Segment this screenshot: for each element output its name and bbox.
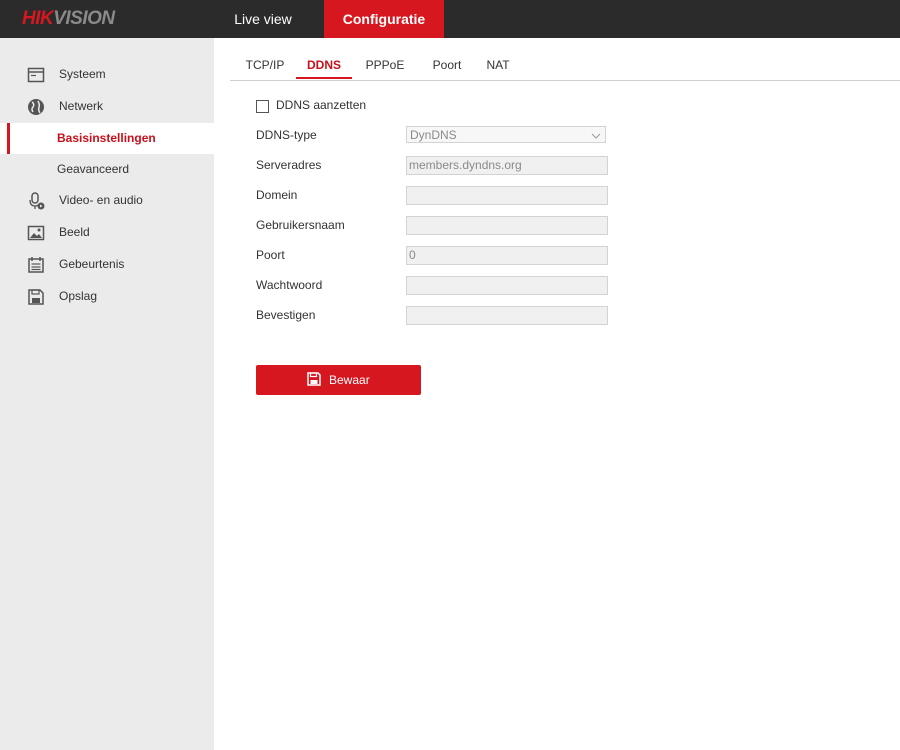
confirm-password-input[interactable] [406, 306, 608, 325]
sidebar-item-label: Basisinstellingen [57, 131, 156, 145]
password-row: Wachtwoord [256, 276, 616, 296]
server-input[interactable] [406, 156, 608, 175]
nav-live-view[interactable]: Live view [216, 0, 310, 38]
ddns-type-select[interactable]: DynDNS [406, 126, 606, 143]
ddns-type-value: DynDNS [410, 128, 457, 142]
password-label: Wachtwoord [256, 278, 323, 292]
sidebar-item-geavanceerd[interactable]: Geavanceerd [0, 154, 214, 185]
sidebar-item-label: Geavanceerd [57, 162, 130, 176]
tab-pppoe[interactable]: PPPoE [356, 52, 414, 79]
logo-hik-text: HIK [22, 8, 54, 29]
sidebar-item-label: Video- en audio [59, 193, 143, 207]
ddns-enable-label: DDNS aanzetten [276, 98, 367, 112]
server-row: Serveradres [256, 156, 616, 176]
username-label: Gebruikersnaam [256, 218, 345, 232]
tab-tcpip[interactable]: TCP/IP [234, 52, 296, 79]
sidebar-item-label: Beeld [59, 225, 90, 239]
ddns-type-label: DDNS-type [256, 128, 317, 142]
storage-icon [28, 289, 44, 305]
sidebar-item-video-audio[interactable]: Video- en audio [0, 185, 214, 216]
domain-label: Domein [256, 188, 298, 202]
globe-icon [28, 99, 44, 115]
port-row: Poort [256, 246, 616, 266]
username-row: Gebruikersnaam [256, 216, 616, 236]
logo-vision-text: VISION [53, 8, 115, 29]
password-input[interactable] [406, 276, 608, 295]
ddns-enable-checkbox[interactable] [256, 100, 269, 113]
sidebar-item-label: Opslag [59, 289, 98, 303]
confirm-label: Bevestigen [256, 308, 316, 322]
username-input[interactable] [406, 216, 608, 235]
tab-nat[interactable]: NAT [478, 52, 518, 79]
sidebar: Systeem Netwerk Basisinstellingen Geavan… [0, 38, 214, 750]
nav-configuratie[interactable]: Configuratie [324, 0, 444, 38]
sidebar-item-netwerk[interactable]: Netwerk [0, 91, 214, 122]
sidebar-item-label: Netwerk [59, 99, 104, 113]
domain-row: Domein [256, 186, 616, 206]
hikvision-logo: HIKVISION [22, 8, 115, 30]
tab-ddns[interactable]: DDNS [296, 52, 352, 79]
domain-input[interactable] [406, 186, 608, 205]
sidebar-item-opslag[interactable]: Opslag [0, 281, 214, 312]
calendar-icon [28, 257, 44, 273]
sidebar-item-label: Gebeurtenis [59, 257, 125, 271]
sidebar-item-basisinstellingen[interactable]: Basisinstellingen [0, 123, 214, 154]
server-label: Serveradres [256, 158, 322, 172]
save-button[interactable]: Bewaar [256, 365, 421, 395]
system-icon [27, 67, 45, 83]
image-icon [27, 225, 45, 241]
chevron-down-icon [591, 133, 601, 139]
sidebar-item-label: Systeem [59, 67, 106, 81]
top-navigation-bar: HIKVISION Live view Configuratie [0, 0, 900, 38]
save-button-label: Bewaar [329, 373, 370, 387]
sidebar-item-gebeurtenis[interactable]: Gebeurtenis [0, 249, 214, 280]
sidebar-item-beeld[interactable]: Beeld [0, 217, 214, 248]
port-label: Poort [256, 248, 285, 262]
port-input[interactable] [406, 246, 608, 265]
confirm-row: Bevestigen [256, 306, 616, 326]
ddns-type-row: DDNS-type DynDNS [256, 126, 616, 146]
save-icon [307, 372, 321, 386]
network-tabs: TCP/IP DDNS PPPoE Poort NAT [230, 52, 900, 81]
microphone-icon [29, 192, 45, 210]
sidebar-item-systeem[interactable]: Systeem [0, 59, 214, 90]
tab-poort[interactable]: Poort [420, 52, 474, 79]
